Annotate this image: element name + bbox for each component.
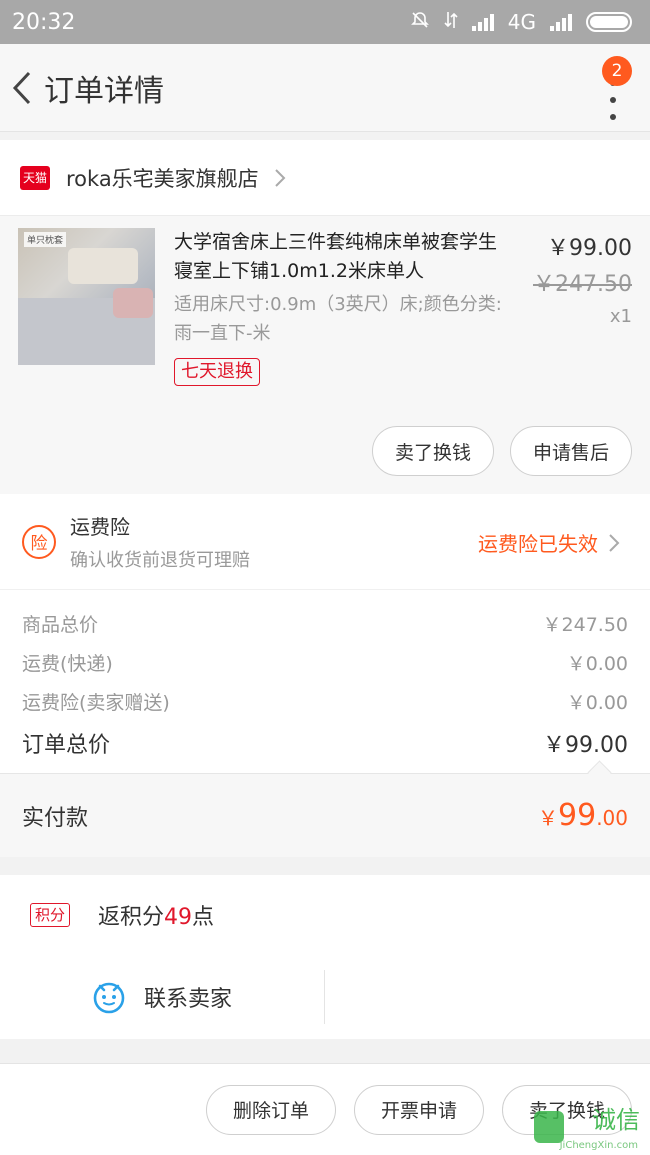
insurance-subtitle: 确认收货前退货可理赔 [70, 550, 250, 571]
paid-label: 实付款 [22, 805, 89, 831]
network-type: 4G [507, 10, 536, 34]
status-icons: 4G [410, 10, 632, 35]
more-menu-icon[interactable] [606, 80, 620, 120]
summary-value: ￥0.00 [566, 653, 628, 675]
contact-row: 联系卖家 [0, 955, 650, 1039]
insurance-icon: 险 [22, 524, 56, 559]
insurance-title: 运费险 [70, 515, 130, 539]
summary-value: ￥0.00 [566, 692, 628, 714]
summary-row: 商品总价 ￥247.50 [22, 604, 628, 643]
resell-button[interactable]: 卖了换钱 [371, 426, 494, 476]
summary-row: 运费险(卖家赠送) ￥0.00 [22, 682, 628, 721]
order-total-value: ￥99.00 [543, 733, 628, 758]
product-spec: 适用床尺寸:0.9m（3英尺）床;颜色分类:雨一直下-米 [174, 294, 502, 344]
status-bar: 20:32 4G [0, 0, 650, 44]
product-card[interactable]: 单只枕套 大学宿舍床上三件套纯棉床单被套学生寝室上下铺1.0m1.2米床单人 适… [0, 216, 650, 494]
points-tag: 积分 [30, 903, 71, 927]
resell-button-bottom[interactable]: 卖了换钱 [502, 1084, 632, 1135]
data-transfer-icon [444, 10, 458, 35]
chevron-right-icon [274, 168, 286, 187]
delete-order-button[interactable]: 删除订单 [206, 1084, 336, 1135]
order-total-label: 订单总价 [22, 733, 111, 758]
points-text: 返积分49点 [98, 905, 215, 930]
signal-icon [471, 13, 494, 31]
chat-bubble-icon [93, 982, 125, 1014]
refund-policy-tag: 七天退换 [174, 358, 260, 386]
points-row: 积分 返积分49点 [0, 875, 650, 955]
status-time: 20:32 [12, 9, 76, 35]
after-sales-button[interactable]: 申请售后 [509, 426, 632, 476]
shop-name: roka乐宅美家旗舰店 [66, 166, 259, 191]
paid-amount: ￥99.00 [538, 798, 628, 833]
mute-icon [410, 10, 430, 35]
product-title[interactable]: 大学宿舍床上三件套纯棉床单被套学生寝室上下铺1.0m1.2米床单人 [174, 228, 504, 286]
product-thumbnail[interactable]: 单只枕套 [18, 228, 155, 365]
order-total-row: 订单总价 ￥99.00 [22, 721, 628, 765]
summary-label: 运费险(卖家赠送) [22, 692, 170, 714]
summary-row: 运费(快递) ￥0.00 [22, 643, 628, 682]
contact-seller-label: 联系卖家 [143, 987, 232, 1012]
tmall-icon: 天猫 [20, 165, 50, 190]
summary-value: ￥247.50 [542, 614, 628, 636]
top-nav: 订单详情 2 [0, 44, 650, 132]
bottom-action-bar: 删除订单 开票申请 卖了换钱 [0, 1063, 650, 1155]
invoice-request-button[interactable]: 开票申请 [354, 1084, 484, 1135]
battery-icon [586, 12, 632, 32]
summary-label: 运费(快递) [22, 653, 113, 675]
back-button[interactable] [2, 44, 42, 132]
product-price: ￥99.00 [547, 236, 632, 261]
insurance-status: 运费险已失效 [478, 532, 598, 556]
page-title: 订单详情 [44, 73, 164, 109]
shipping-insurance-row[interactable]: 险 运费险 确认收货前退货可理赔 运费险已失效 [0, 494, 650, 590]
thumbnail-tag: 单只枕套 [24, 232, 67, 247]
chevron-left-icon [12, 71, 31, 104]
contact-seller-button[interactable]: 联系卖家 [0, 970, 325, 1024]
paid-amount-row: 实付款 ￥99.00 [0, 773, 650, 857]
product-quantity: x1 [609, 306, 632, 327]
notification-badge: 2 [602, 56, 632, 86]
price-summary: 商品总价 ￥247.50 运费(快递) ￥0.00 运费险(卖家赠送) ￥0.0… [0, 590, 650, 773]
signal-icon-2 [550, 13, 572, 31]
product-original-price: ￥247.50 [533, 272, 632, 297]
chevron-right-icon [609, 533, 620, 552]
shop-row[interactable]: 天猫 roka乐宅美家旗舰店 [0, 140, 650, 216]
summary-label: 商品总价 [22, 614, 99, 636]
